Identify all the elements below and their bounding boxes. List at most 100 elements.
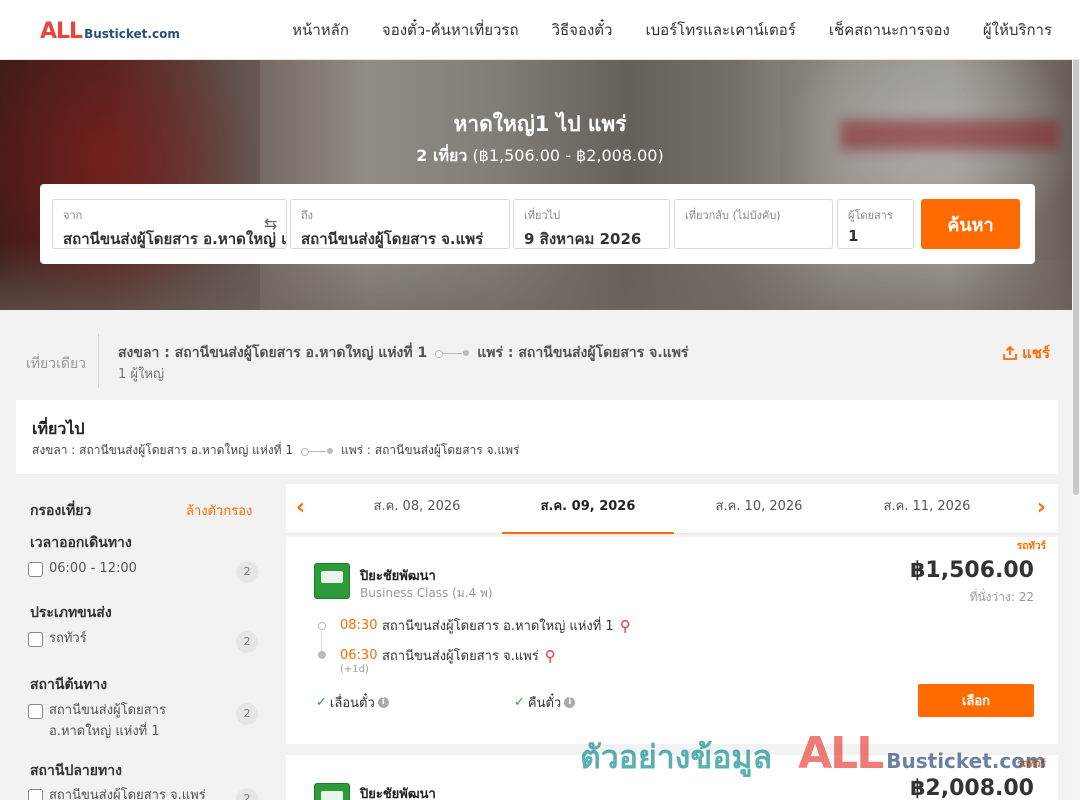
feature-reschedule: ✓ เลื่อนตั๋ว i (316, 692, 389, 713)
share-button[interactable]: แชร์ (1002, 341, 1050, 365)
from-label: จาก (63, 209, 83, 222)
operator-logo (314, 563, 350, 599)
logo-primary: ALL (40, 19, 83, 44)
site-logo[interactable]: ALL Busticket.com (40, 19, 180, 44)
filter-section-destination-station: สถานีปลายทาง (30, 763, 122, 779)
checkbox[interactable] (28, 632, 43, 647)
filter-option-transport[interactable]: รถทัวร์ 2 (28, 631, 258, 653)
filter-count-badge: 2 (236, 788, 258, 800)
to-label: ถึง (301, 209, 314, 222)
operator-logo (314, 783, 350, 800)
trips-count: 2 เที่ยว (416, 146, 468, 165)
check-icon: ✓ (514, 695, 525, 710)
route-connector-icon (435, 348, 470, 358)
clear-filters-link[interactable]: ล้างตัวกรอง (186, 500, 252, 521)
transport-tag: รถทัวร์ (1016, 541, 1046, 552)
trip-card: รถทัวร์ ปิยะชัยพัฒนา ฿2,008.00 (286, 755, 1058, 800)
nav-operators[interactable]: ผู้ให้บริการ (983, 18, 1052, 42)
page-scrollbar[interactable] (1072, 0, 1080, 800)
filter-option-label: สถานีขนส่งผู้โดยสาร จ.แพร่ (49, 788, 206, 800)
departure-time: 08:30 (340, 618, 378, 633)
filter-option-destination[interactable]: สถานีขนส่งผู้โดยสาร จ.แพร่ 2 (28, 788, 258, 800)
filter-section-transport-type: ประเภทขนส่ง (30, 605, 112, 621)
from-field[interactable]: จาก สถานีขนส่งผู้โดยสาร อ.หาดใหญ่ แห่งที… (52, 199, 287, 249)
filter-option-origin[interactable]: สถานีขนส่งผู้โดยสาร อ.หาดใหญ่ แห่งที่ 1 … (28, 703, 258, 742)
nav-how-to-book[interactable]: วิธีจองตั๋ว (552, 18, 613, 42)
trip-card: รถทัวร์ ปิยะชัยพัฒนา Business Class (ม.4… (286, 537, 1058, 744)
scrollbar-thumb[interactable] (1073, 35, 1079, 495)
seats-available: ที่นั่งว่าง: 22 (969, 590, 1034, 604)
swap-icon[interactable]: ⇆ (264, 214, 277, 233)
chevron-right-icon[interactable]: › (1037, 495, 1046, 520)
outbound-title: เที่ยวไป (32, 419, 85, 438)
price-range: (฿1,506.00 - ฿2,008.00) (472, 146, 664, 165)
depart-date-field[interactable]: เที่ยวไป 9 สิงหาคม 2026 (513, 199, 670, 249)
trip-price: ฿1,506.00 (910, 558, 1034, 583)
arrival-stop: 06:30 สถานีขนส่งผู้โดยสาร จ.แพร่ ⚲ (340, 645, 556, 666)
search-button[interactable]: ค้นหา (921, 199, 1020, 249)
summary-route: สงขลา : สถานีขนส่งผู้โดยสาร อ.หาดใหญ่ แห… (118, 342, 688, 364)
outbound-route: สงขลา : สถานีขนส่งผู้โดยสาร อ.หาดใหญ่ แห… (32, 441, 519, 460)
filter-option-label: 06:00 - 12:00 (49, 561, 137, 576)
trip-price: ฿2,008.00 (910, 776, 1034, 800)
date-tab[interactable]: ส.ค. 08, 2026 (331, 484, 503, 534)
share-label: แชร์ (1022, 344, 1050, 362)
divider (98, 334, 99, 388)
feature-label: เลื่อนตั๋ว (329, 696, 375, 711)
nav-booking-status[interactable]: เช็คสถานะการจอง (829, 18, 950, 42)
return-date-field[interactable]: เที่ยวกลับ (ไม่บังคับ) (674, 199, 833, 249)
trip-type: เที่ยวเดียว (26, 356, 87, 372)
filter-option-label: รถทัวร์ (49, 631, 87, 646)
outbound-header: เที่ยวไป สงขลา : สถานีขนส่งผู้โดยสาร อ.ห… (16, 400, 1058, 474)
hero-banner: หาดใหญ่1 ไป แพร่ 2 เที่ยว (฿1,506.00 - ฿… (0, 60, 1080, 310)
feature-label: คืนตั๋ว (527, 696, 562, 711)
summary-passengers: 1 ผู้ใหญ่ (118, 367, 165, 382)
pax-value: 1 (848, 227, 859, 245)
arrival-station: สถานีขนส่งผู้โดยสาร จ.แพร่ (382, 649, 539, 664)
select-trip-button[interactable]: เลือก (918, 684, 1034, 717)
filter-count-badge: 2 (236, 703, 258, 725)
arrival-dot-icon (318, 651, 326, 659)
map-pin-icon[interactable]: ⚲ (545, 647, 556, 665)
date-selector: ‹ ส.ค. 08, 2026 ส.ค. 09, 2026 ส.ค. 10, 2… (286, 484, 1058, 534)
info-icon[interactable]: i (377, 697, 389, 708)
outbound-destination: แพร่ : สถานีขนส่งผู้โดยสาร จ.แพร่ (341, 443, 520, 457)
date-tab[interactable]: ส.ค. 10, 2026 (673, 484, 845, 534)
filter-section-departure-time: เวลาออกเดินทาง (30, 535, 132, 551)
arrival-time: 06:30 (340, 648, 378, 663)
from-value: สถานีขนส่งผู้โดยสาร อ.หาดใหญ่ แห่งที่ 1 (63, 230, 286, 248)
top-header: ALL Busticket.com หน้าหลัก จองตั๋ว-ค้นหา… (0, 0, 1080, 60)
chevron-left-icon[interactable]: ‹ (296, 495, 305, 520)
bus-class: Business Class (ม.4 พ) (360, 586, 493, 600)
filter-section-origin-station: สถานีต้นทาง (30, 677, 108, 693)
map-pin-icon[interactable]: ⚲ (620, 617, 631, 635)
share-icon (1003, 345, 1017, 360)
date-tab[interactable]: ส.ค. 11, 2026 (841, 484, 1013, 534)
to-field[interactable]: ถึง สถานีขนส่งผู้โดยสาร จ.แพร่ (290, 199, 510, 249)
nav-home[interactable]: หน้าหลัก (292, 18, 349, 42)
nav-book-search[interactable]: จองตั๋ว-ค้นหาเที่ยวรถ (382, 18, 519, 42)
depart-label: เที่ยวไป (524, 209, 561, 222)
passenger-field[interactable]: ผู้โดยสาร 1 (837, 199, 914, 249)
info-icon[interactable]: i (564, 697, 576, 708)
main-nav: หน้าหลัก จองตั๋ว-ค้นหาเที่ยวรถ วิธีจองตั… (292, 0, 1052, 60)
trip-summary-bar: เที่ยวเดียว สงขลา : สถานีขนส่งผู้โดยสาร … (0, 310, 1080, 398)
check-icon: ✓ (316, 695, 327, 710)
checkbox[interactable] (28, 789, 43, 800)
transport-tag: รถทัวร์ (1016, 759, 1046, 770)
checkbox[interactable] (28, 704, 43, 719)
operator-name: ปิยะชัยพัฒนา (360, 569, 436, 584)
date-tab-active[interactable]: ส.ค. 09, 2026 (502, 484, 674, 534)
departure-stop: 08:30 สถานีขนส่งผู้โดยสาร อ.หาดใหญ่ แห่ง… (340, 615, 631, 636)
nav-phone-counters[interactable]: เบอร์โทรและเคาน์เตอร์ (645, 18, 795, 42)
departure-dot-icon (318, 622, 326, 630)
filter-title: กรองเที่ยว (30, 503, 92, 519)
to-value: สถานีขนส่งผู้โดยสาร จ.แพร่ (301, 230, 484, 248)
depart-value: 9 สิงหาคม 2026 (524, 230, 642, 248)
filter-option-time[interactable]: 06:00 - 12:00 2 (28, 561, 258, 583)
feature-refund: ✓ คืนตั๋ว i (514, 692, 576, 713)
checkbox[interactable] (28, 562, 43, 577)
summary-destination: แพร่ : สถานีขนส่งผู้โดยสาร จ.แพร่ (477, 345, 689, 361)
day-offset: (+1d) (340, 664, 369, 675)
filter-option-label: สถานีขนส่งผู้โดยสาร อ.หาดใหญ่ แห่งที่ 1 (49, 703, 166, 739)
